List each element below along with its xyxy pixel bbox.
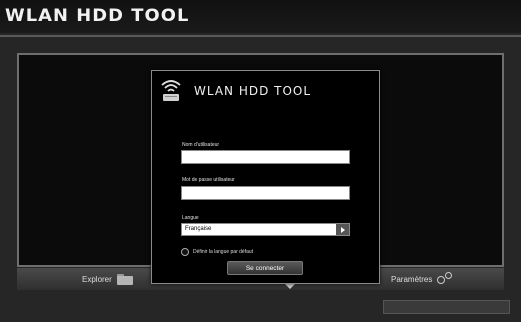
chevron-right-icon[interactable]	[336, 224, 349, 235]
default-language-label: Définir la langue par défaut	[193, 249, 254, 255]
username-label: Nom d'utilisateur	[182, 142, 220, 148]
language-select[interactable]: Française	[181, 223, 350, 236]
password-label: Mot de passe utilisateur	[182, 177, 235, 183]
wifi-icon	[161, 80, 181, 101]
title-bar: WLAN HDD TOOL	[0, 0, 521, 33]
gear-icon	[437, 272, 455, 286]
title-divider	[0, 35, 521, 37]
language-label: Langue	[182, 215, 199, 221]
language-selected-value: Française	[185, 226, 212, 232]
connect-button[interactable]: Se connecter	[227, 261, 303, 275]
login-dialog: WLAN HDD TOOL Nom d'utilisateur Mot de p…	[151, 70, 380, 284]
explorer-label: Explorer	[82, 274, 112, 284]
settings-label: Paramètres	[391, 274, 433, 284]
username-input[interactable]	[181, 150, 350, 164]
app-title: WLAN HDD TOOL	[5, 6, 190, 26]
chevron-down-icon[interactable]	[285, 284, 295, 289]
settings-button[interactable]: Paramètres	[391, 271, 455, 287]
default-language-radio[interactable]	[181, 248, 189, 256]
folder-icon	[116, 273, 133, 285]
explorer-button[interactable]: Explorer	[82, 271, 133, 287]
password-input[interactable]	[181, 186, 350, 200]
dialog-header: WLAN HDD TOOL	[152, 71, 379, 121]
dialog-title: WLAN HDD TOOL	[194, 84, 312, 98]
status-field	[383, 300, 510, 314]
